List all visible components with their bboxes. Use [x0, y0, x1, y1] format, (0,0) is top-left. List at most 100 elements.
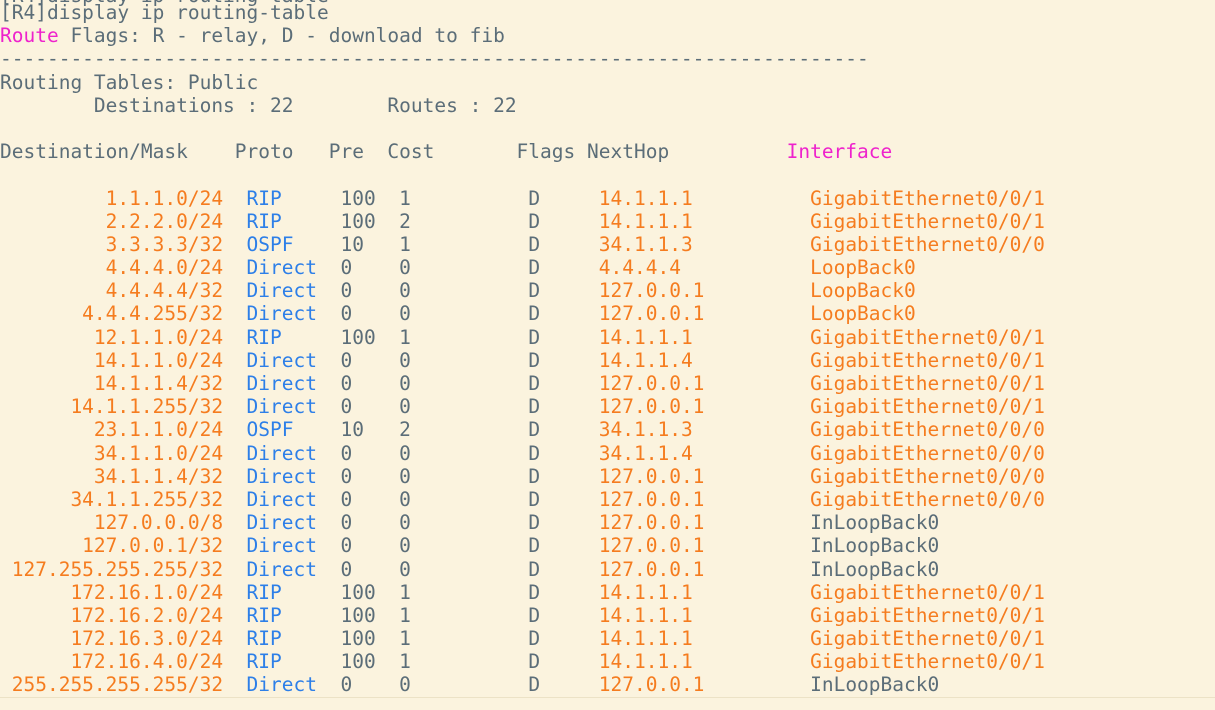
route-flags-line: Route Flags: R - relay, D - download to …: [0, 24, 1215, 47]
row-cell-destination: 23.1.1.0/24: [0, 418, 247, 442]
row-cell-proto: Direct: [246, 557, 341, 581]
row-cell-flags: D: [528, 673, 599, 697]
row-cell-interface: GigabitEthernet0/0/1: [810, 325, 1045, 349]
row-cell-interface: GigabitEthernet0/0/1: [810, 650, 1045, 674]
row-cell-destination: 2.2.2.0/24: [0, 209, 247, 233]
row-cell-proto: OSPF: [246, 418, 341, 442]
routing-tables-text: Routing Tables: Public: [0, 70, 259, 94]
row-cell-destination: 12.1.1.0/24: [0, 325, 247, 349]
row-cell-pre: 100: [340, 186, 400, 210]
row-cell-interface: GigabitEthernet0/0/1: [810, 348, 1045, 372]
row-cell-cost: 0: [399, 487, 529, 511]
row-cell-flags: D: [528, 603, 599, 627]
row-cell-cost: 0: [399, 302, 529, 326]
row-cell-flags: D: [528, 580, 599, 604]
row-cell-interface: LoopBack0: [810, 279, 916, 303]
row-cell-nexthop: 4.4.4.4: [598, 256, 811, 280]
row-cell-cost: 1: [399, 603, 529, 627]
row-cell-pre: 100: [340, 580, 400, 604]
row-cell-nexthop: 127.0.0.1: [598, 534, 811, 558]
row-cell-destination: 34.1.1.4/32: [0, 464, 247, 488]
row-cell-cost: 0: [399, 464, 529, 488]
row-cell-pre: 100: [340, 650, 400, 674]
row-cell-pre: 0: [340, 348, 400, 372]
row-cell-interface: GigabitEthernet0/0/1: [810, 603, 1045, 627]
table-header-left: Destination/Mask Proto Pre Cost Flags Ne…: [0, 140, 670, 164]
table-header-row: Destination/Mask Proto Pre Cost Flags Ne…: [0, 140, 1215, 163]
row-cell-proto: RIP: [246, 603, 341, 627]
row-cell-pre: 0: [340, 372, 400, 395]
row-cell-destination: 172.16.4.0/24: [0, 650, 247, 674]
row-cell-flags: D: [528, 557, 599, 581]
row-cell-nexthop: 14.1.1.1: [598, 209, 811, 233]
row-cell-interface: GigabitEthernet0/0/0: [810, 487, 1045, 511]
table-row: 23.1.1.0/24 OSPF 10 2 D 34.1.1.3 Gigabit…: [0, 418, 1215, 441]
row-cell-destination: 3.3.3.3/32: [0, 232, 247, 256]
row-cell-interface: GigabitEthernet0/0/1: [810, 372, 1045, 395]
row-cell-pre: 0: [340, 511, 400, 535]
row-cell-proto: RIP: [246, 186, 341, 210]
row-cell-cost: 1: [399, 232, 529, 256]
row-cell-flags: D: [528, 348, 599, 372]
row-cell-nexthop: 34.1.1.4: [598, 441, 811, 465]
table-row: 127.0.0.0/8 Direct 0 0 D 127.0.0.1 InLoo…: [0, 511, 1215, 534]
row-cell-destination: 34.1.1.255/32: [0, 487, 247, 511]
row-cell-nexthop: 14.1.1.1: [598, 186, 811, 210]
table-row: 14.1.1.0/24 Direct 0 0 D 14.1.1.4 Gigabi…: [0, 349, 1215, 372]
terminal-window[interactable]: [R4]display ip routing-table [R4]display…: [0, 0, 1215, 710]
counts-line: Destinations : 22 Routes : 22: [0, 94, 1215, 117]
row-cell-pre: 100: [340, 209, 400, 233]
row-cell-pre: 0: [340, 395, 400, 419]
row-cell-flags: D: [528, 464, 599, 488]
row-cell-pre: 0: [340, 256, 400, 280]
row-cell-proto: RIP: [246, 209, 341, 233]
row-cell-flags: D: [528, 256, 599, 280]
row-cell-cost: 1: [399, 627, 529, 651]
row-cell-flags: D: [528, 395, 599, 419]
row-cell-destination: 4.4.4.4/32: [0, 279, 247, 303]
row-cell-proto: OSPF: [246, 232, 341, 256]
row-cell-destination: 4.4.4.255/32: [0, 302, 247, 326]
row-cell-destination: 4.4.4.0/24: [0, 256, 247, 280]
table-row: 127.0.0.1/32 Direct 0 0 D 127.0.0.1 InLo…: [0, 534, 1215, 557]
row-cell-nexthop: 127.0.0.1: [598, 302, 811, 326]
row-cell-nexthop: 14.1.1.1: [598, 325, 811, 349]
table-row: 172.16.1.0/24 RIP 100 1 D 14.1.1.1 Gigab…: [0, 581, 1215, 604]
row-cell-nexthop: 127.0.0.1: [598, 673, 811, 697]
row-cell-destination: 172.16.2.0/24: [0, 603, 247, 627]
row-cell-cost: 0: [399, 279, 529, 303]
row-cell-proto: RIP: [246, 627, 341, 651]
row-cell-flags: D: [528, 511, 599, 535]
routing-tables-line: Routing Tables: Public: [0, 71, 1215, 94]
row-cell-nexthop: 127.0.0.1: [598, 464, 811, 488]
row-cell-pre: 100: [340, 325, 400, 349]
row-cell-interface: LoopBack0: [810, 256, 916, 280]
row-cell-nexthop: 127.0.0.1: [598, 557, 811, 581]
row-cell-interface: InLoopBack0: [810, 511, 940, 535]
row-cell-cost: 0: [399, 348, 529, 372]
row-cell-pre: 100: [340, 627, 400, 651]
row-cell-cost: 0: [399, 256, 529, 280]
row-cell-cost: 0: [399, 557, 529, 581]
row-cell-nexthop: 127.0.0.1: [598, 511, 811, 535]
table-row: 4.4.4.0/24 Direct 0 0 D 4.4.4.4 LoopBack…: [0, 256, 1215, 279]
row-cell-nexthop: 127.0.0.1: [598, 372, 811, 395]
row-cell-interface: GigabitEthernet0/0/1: [810, 580, 1045, 604]
row-cell-proto: Direct: [246, 302, 341, 326]
row-cell-interface: GigabitEthernet0/0/0: [810, 418, 1045, 442]
row-cell-flags: D: [528, 418, 599, 442]
row-cell-nexthop: 14.1.1.1: [598, 650, 811, 674]
table-row: 172.16.4.0/24 RIP 100 1 D 14.1.1.1 Gigab…: [0, 650, 1215, 673]
row-cell-destination: 127.255.255.255/32: [0, 557, 247, 581]
row-cell-flags: D: [528, 325, 599, 349]
row-cell-destination: 14.1.1.4/32: [0, 372, 247, 395]
row-cell-nexthop: 14.1.1.4: [598, 348, 811, 372]
row-cell-nexthop: 127.0.0.1: [598, 395, 811, 419]
table-row: 1.1.1.0/24 RIP 100 1 D 14.1.1.1 GigabitE…: [0, 187, 1215, 210]
row-cell-flags: D: [528, 534, 599, 558]
row-cell-proto: RIP: [246, 580, 341, 604]
row-cell-proto: Direct: [246, 673, 341, 697]
row-cell-cost: 2: [399, 209, 529, 233]
table-row: 14.1.1.255/32 Direct 0 0 D 127.0.0.1 Gig…: [0, 395, 1215, 418]
